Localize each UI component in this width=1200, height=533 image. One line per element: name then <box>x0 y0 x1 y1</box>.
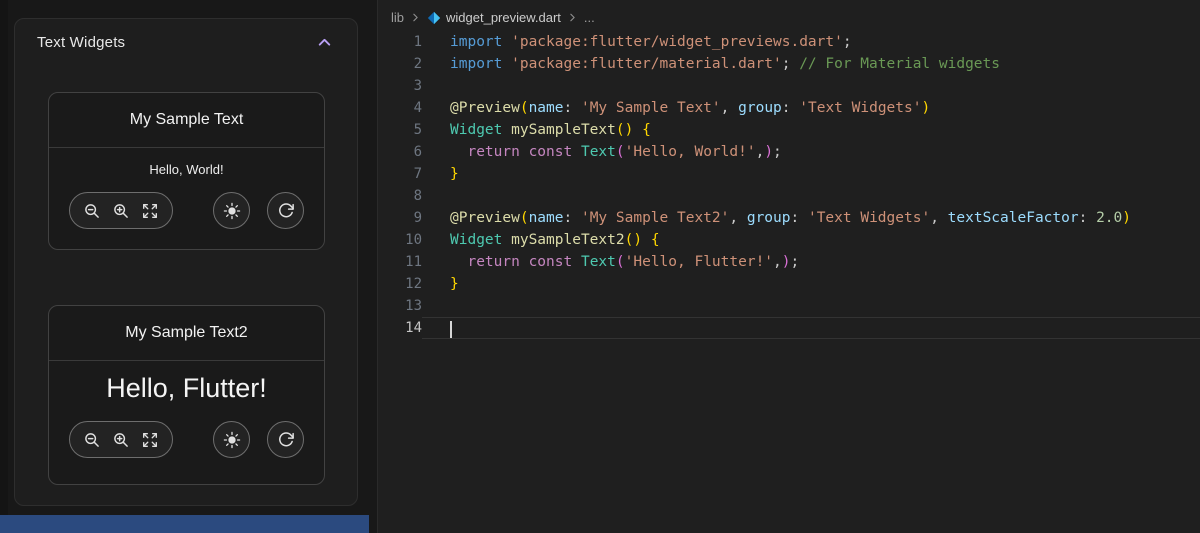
section-title: Text Widgets <box>37 34 126 51</box>
refresh-icon[interactable] <box>267 192 304 229</box>
line-number[interactable]: 2 <box>378 53 422 75</box>
line-number[interactable]: 3 <box>378 75 422 97</box>
zoom-out-icon[interactable] <box>83 431 101 449</box>
code-line[interactable]: 12} <box>378 273 1200 295</box>
chevron-right-icon <box>409 11 422 24</box>
code-line[interactable]: 2 import 'package:flutter/material.dart';… <box>378 53 1200 75</box>
section-header: Text Widgets <box>15 19 357 59</box>
line-number[interactable]: 12 <box>378 273 422 295</box>
code-line[interactable]: 13 <box>378 295 1200 317</box>
preview-rendered-text: Hello, Flutter! <box>106 373 267 403</box>
line-number[interactable]: 7 <box>378 163 422 185</box>
widget-preview-panel: Text Widgets My Sample Text Hello, World… <box>8 0 377 515</box>
code-line[interactable]: 4 @Preview(name: 'My Sample Text', group:… <box>378 97 1200 119</box>
line-number[interactable]: 8 <box>378 185 422 207</box>
line-number[interactable]: 4 <box>378 97 422 119</box>
line-number[interactable]: 13 <box>378 295 422 317</box>
breadcrumb-file[interactable]: widget_preview.dart <box>446 10 561 25</box>
line-number[interactable]: 9 <box>378 207 422 229</box>
line-number[interactable]: 10 <box>378 229 422 251</box>
brightness-icon[interactable] <box>213 421 250 458</box>
breadcrumb-folder[interactable]: lib <box>391 10 404 25</box>
text-cursor <box>450 321 452 338</box>
preview-card-title: My Sample Text <box>49 93 324 148</box>
code-line[interactable]: 9 @Preview(name: 'My Sample Text2', group… <box>378 207 1200 229</box>
code-line[interactable]: 8 <box>378 185 1200 207</box>
code-area[interactable]: 1 import 'package:flutter/widget_previews… <box>378 31 1200 339</box>
code-line[interactable]: 6 return const Text('Hello, World!',); <box>378 141 1200 163</box>
code-line[interactable]: 7} <box>378 163 1200 185</box>
left-rail <box>0 0 8 515</box>
dart-icon <box>427 11 441 25</box>
brightness-icon[interactable] <box>213 192 250 229</box>
code-editor: lib widget_preview.dart ... 1 import 'pac… <box>377 0 1200 533</box>
code-line[interactable]: 14 <box>378 317 1200 339</box>
zoom-out-icon[interactable] <box>83 202 101 220</box>
chevron-up-icon[interactable] <box>316 34 333 51</box>
preview-card-body: Hello, World! <box>49 148 324 229</box>
preview-rendered-text: Hello, World! <box>149 162 224 177</box>
line-number[interactable]: 6 <box>378 141 422 163</box>
code-line[interactable]: 11 return const Text('Hello, Flutter!',)… <box>378 251 1200 273</box>
refresh-icon[interactable] <box>267 421 304 458</box>
zoom-button-group <box>69 192 173 229</box>
preview-card-title: My Sample Text2 <box>49 306 324 361</box>
line-number[interactable]: 11 <box>378 251 422 273</box>
line-number[interactable]: 1 <box>378 31 422 53</box>
code-line[interactable]: 5 Widget mySampleText() { <box>378 119 1200 141</box>
status-bar <box>0 515 369 533</box>
breadcrumb-more[interactable]: ... <box>584 10 595 25</box>
preview-group-section: Text Widgets My Sample Text Hello, World… <box>14 18 358 506</box>
expand-icon[interactable] <box>141 202 159 220</box>
zoom-in-icon[interactable] <box>112 202 130 220</box>
zoom-in-icon[interactable] <box>112 431 130 449</box>
app-window: Text Widgets My Sample Text Hello, World… <box>0 0 1200 533</box>
chevron-right-icon <box>566 11 579 24</box>
line-number[interactable]: 5 <box>378 119 422 141</box>
preview-toolbar <box>69 192 304 229</box>
expand-icon[interactable] <box>141 431 159 449</box>
preview-card: My Sample Text2 Hello, Flutter! <box>48 305 325 485</box>
preview-card-body: Hello, Flutter! <box>49 361 324 458</box>
preview-card: My Sample Text Hello, World! <box>48 92 325 250</box>
zoom-button-group <box>69 421 173 458</box>
line-number[interactable]: 14 <box>378 317 422 339</box>
code-line[interactable]: 10 Widget mySampleText2() { <box>378 229 1200 251</box>
preview-toolbar <box>69 421 304 458</box>
code-line[interactable]: 3 <box>378 75 1200 97</box>
breadcrumb: lib widget_preview.dart ... <box>378 0 1200 28</box>
code-line[interactable]: 1 import 'package:flutter/widget_previews… <box>378 31 1200 53</box>
